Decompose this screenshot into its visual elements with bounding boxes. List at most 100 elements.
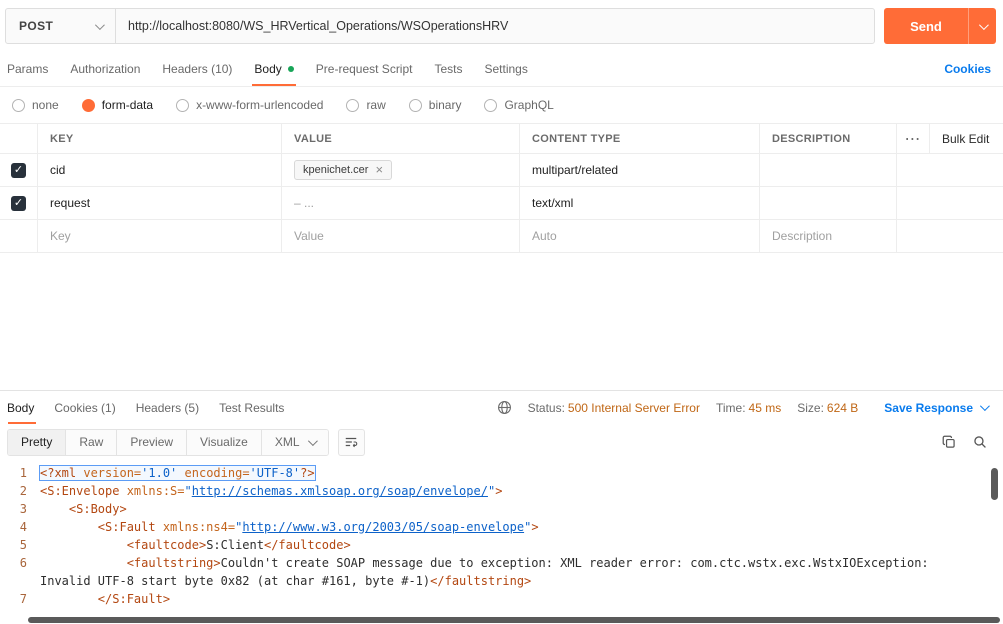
tab-authorization[interactable]: Authorization [59, 52, 151, 86]
header-checkbox-cell [0, 124, 38, 153]
line-number: 5 [19, 538, 27, 552]
key-field-placeholder[interactable]: Key [38, 220, 282, 252]
line-number: 2 [19, 484, 27, 498]
form-table-header: KEY VALUE CONTENT TYPE DESCRIPTION Bulk … [0, 124, 1003, 154]
ellipsis-icon [905, 129, 922, 149]
body-type-selector: none form-data x-www-form-urlencoded raw… [0, 87, 1003, 123]
vertical-scrollbar[interactable] [991, 468, 998, 500]
wrap-lines-button[interactable] [337, 428, 365, 456]
tab-tests[interactable]: Tests [423, 52, 473, 86]
radio-label: GraphQL [504, 98, 554, 112]
method-label: POST [19, 19, 54, 33]
tab-label: Body [7, 400, 35, 415]
radio-icon [176, 98, 190, 112]
description-field[interactable] [760, 154, 897, 186]
view-tab-raw[interactable]: Raw [65, 429, 117, 455]
line-number: 1 [19, 466, 27, 480]
body-type-form-data[interactable]: form-data [81, 98, 153, 112]
view-tab-pretty[interactable]: Pretty [8, 429, 66, 455]
key-field[interactable]: cid [38, 154, 282, 186]
body-type-graphql[interactable]: GraphQL [484, 98, 554, 112]
table-row-empty: Key Value Auto Description [0, 220, 1003, 253]
response-tab-headers[interactable]: Headers (5) [126, 391, 209, 424]
tab-label: Settings [484, 62, 528, 76]
send-options-button[interactable] [968, 8, 996, 44]
search-response-button[interactable] [973, 435, 987, 449]
response-tab-body[interactable]: Body [0, 391, 44, 424]
value-field[interactable]: – ... [282, 187, 520, 219]
format-label: XML [274, 435, 300, 449]
file-chip-label: kpenichet.cer [303, 164, 369, 176]
response-tab-cookies[interactable]: Cookies (1) [44, 391, 125, 424]
search-highlight: <?xml version='1.0' encoding='UTF-8'?> [39, 465, 316, 481]
cookies-link[interactable]: Cookies [944, 62, 991, 76]
body-type-binary[interactable]: binary [408, 98, 461, 112]
chevron-down-icon [979, 401, 990, 412]
copy-icon [942, 435, 955, 448]
value-field-placeholder[interactable]: Value [282, 220, 520, 252]
code-line-content: <?xml version='1.0' encoding='UTF-8'?> [39, 464, 1003, 482]
tab-pre-request-script[interactable]: Pre-request Script [305, 52, 424, 86]
body-has-content-dot-icon [287, 66, 294, 72]
wrap-lines-icon [345, 437, 358, 448]
code-line: 5 <faultcode>S:Client</faultcode> [0, 536, 1003, 554]
tab-params[interactable]: Params [0, 52, 59, 86]
remove-file-icon[interactable] [375, 163, 383, 177]
method-dropdown[interactable]: POST [6, 9, 116, 43]
description-field[interactable] [760, 187, 897, 219]
row-checkbox-checked[interactable] [11, 162, 26, 178]
line-number: 4 [19, 520, 27, 534]
bulk-edit-button[interactable]: Bulk Edit [930, 124, 1003, 153]
value-field[interactable]: kpenichet.cer [282, 154, 520, 186]
network-globe-icon [497, 400, 512, 415]
code-line-content: <S:Fault xmlns:ns4="http://www.w3.org/20… [40, 520, 539, 534]
format-dropdown[interactable]: XML [260, 429, 328, 455]
key-field[interactable]: request [38, 187, 282, 219]
row-checkbox-checked[interactable] [11, 195, 26, 211]
collapsed-value-text: – ... [294, 196, 315, 210]
radio-icon [484, 98, 498, 112]
form-data-table: KEY VALUE CONTENT TYPE DESCRIPTION Bulk … [0, 123, 1003, 253]
view-tab-visualize[interactable]: Visualize [186, 429, 261, 455]
copy-response-button[interactable] [942, 435, 956, 449]
code-line-content: <S:Envelope xmlns:S="http://schemas.xmls… [40, 484, 503, 498]
radio-icon [12, 98, 25, 112]
tab-label: Body [254, 62, 282, 76]
response-tab-test-results[interactable]: Test Results [209, 391, 294, 424]
code-editor: 1 <?xml version='1.0' encoding='UTF-8'?> 2… [0, 464, 1003, 608]
code-line: 2 <S:Envelope xmlns:S="http://schemas.xml… [0, 482, 1003, 500]
table-options-button[interactable] [897, 124, 930, 153]
code-line: 7 </S:Fault> [0, 590, 1003, 608]
send-button[interactable]: Send [884, 8, 968, 44]
row-filler [897, 187, 1003, 219]
table-row: cid kpenichet.cer multipart/related [0, 154, 1003, 187]
code-line-content: <faultcode>S:Client</faultcode> [40, 538, 351, 552]
url-container: POST [5, 8, 875, 44]
response-body-viewer: 1 <?xml version='1.0' encoding='UTF-8'?> 2… [0, 460, 1003, 624]
content-type-field[interactable]: text/xml [520, 187, 760, 219]
send-button-label: Send [910, 18, 942, 34]
content-type-field[interactable]: multipart/related [520, 154, 760, 186]
column-header-key: KEY [38, 124, 282, 153]
column-header-value: VALUE [282, 124, 520, 153]
response-view-switcher: Pretty Raw Preview Visualize XML [7, 428, 329, 456]
tab-headers[interactable]: Headers (10) [151, 52, 243, 86]
column-header-description: DESCRIPTION [760, 124, 897, 153]
horizontal-scrollbar[interactable] [28, 617, 1000, 623]
tab-label: Authorization [70, 62, 141, 76]
content-type-field-placeholder[interactable]: Auto [520, 220, 760, 252]
save-response-button[interactable]: Save Response [884, 401, 993, 415]
description-field-placeholder[interactable]: Description [760, 220, 897, 252]
checkbox-cell [0, 154, 38, 186]
body-type-none[interactable]: none [12, 98, 59, 112]
response-meta: Status: 500 Internal Server Error Time: 45… [497, 400, 993, 415]
body-type-raw[interactable]: raw [346, 98, 386, 112]
view-tab-preview[interactable]: Preview [116, 429, 187, 455]
size-label: Size: [797, 400, 824, 415]
body-type-x-www-form-urlencoded[interactable]: x-www-form-urlencoded [176, 98, 323, 112]
tab-settings[interactable]: Settings [474, 52, 539, 86]
tab-body[interactable]: Body [243, 52, 304, 86]
url-input[interactable] [116, 9, 874, 43]
radio-icon [408, 98, 422, 112]
checkbox-cell [0, 187, 38, 219]
